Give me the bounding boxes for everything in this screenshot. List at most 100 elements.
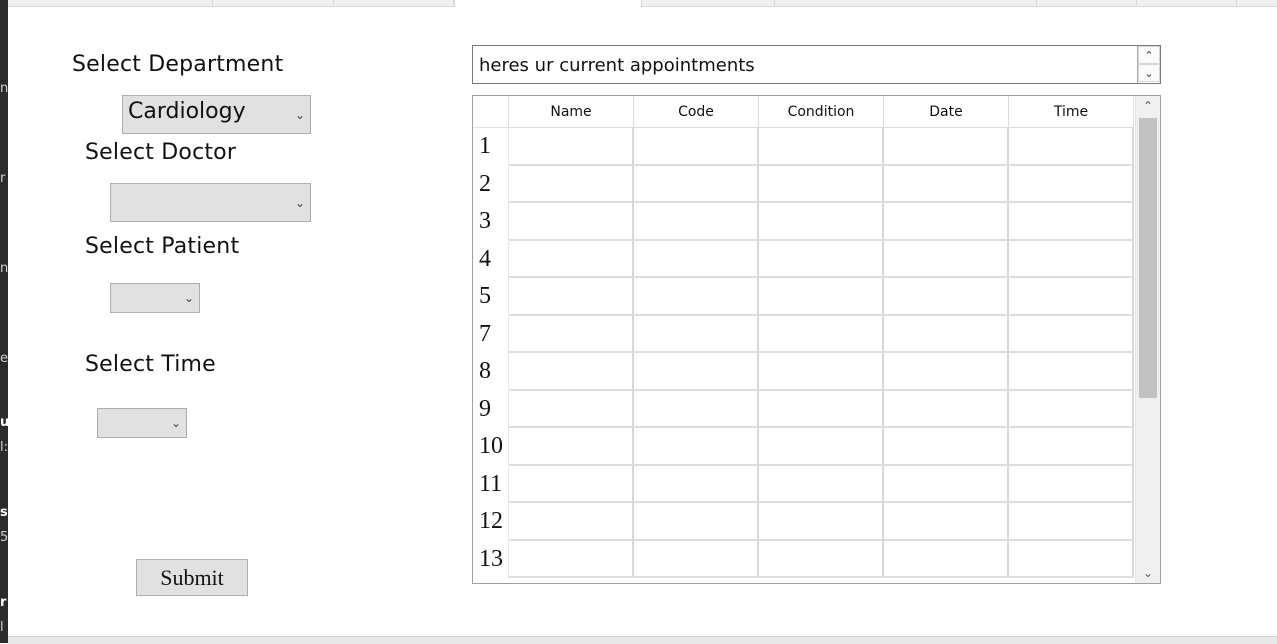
table-cell[interactable] xyxy=(509,315,634,353)
column-header-time[interactable]: Time xyxy=(1009,96,1134,128)
table-cell[interactable] xyxy=(509,278,634,316)
spinbox-buttons: ⌃ ⌄ xyxy=(1137,46,1160,83)
row-header[interactable]: 7 xyxy=(473,315,509,353)
column-header-name[interactable]: Name xyxy=(509,96,634,128)
time-select[interactable]: ⌄ xyxy=(97,408,187,438)
table-cell[interactable] xyxy=(509,428,634,466)
tab[interactable] xyxy=(213,0,334,6)
table-cell[interactable] xyxy=(884,315,1009,353)
table-cell[interactable] xyxy=(759,278,884,316)
column-header-code[interactable]: Code xyxy=(634,96,759,128)
table-cell[interactable] xyxy=(509,165,634,203)
table-cell[interactable] xyxy=(1009,503,1134,541)
table-cell[interactable] xyxy=(509,503,634,541)
table-cell[interactable] xyxy=(634,203,759,241)
department-select[interactable]: Cardiology ⌄ xyxy=(122,95,311,134)
table-cell[interactable] xyxy=(1009,353,1134,391)
column-header-date[interactable]: Date xyxy=(884,96,1009,128)
row-header[interactable]: 2 xyxy=(473,165,509,203)
department-label: Select Department xyxy=(72,52,284,77)
table-cell[interactable] xyxy=(884,428,1009,466)
table-cell[interactable] xyxy=(1009,540,1134,578)
table-cell[interactable] xyxy=(1009,315,1134,353)
tab[interactable] xyxy=(775,0,1037,6)
row-header[interactable]: 12 xyxy=(473,503,509,540)
doctor-select[interactable]: ⌄ xyxy=(110,183,311,222)
chevron-up-icon[interactable]: ⌃ xyxy=(1138,46,1160,64)
appointments-spinbox[interactable]: heres ur current appointments ⌃ ⌄ xyxy=(472,45,1161,84)
table-cell[interactable] xyxy=(759,203,884,241)
background-text: n xyxy=(0,262,8,276)
table-cell[interactable] xyxy=(884,465,1009,503)
table-cell[interactable] xyxy=(509,240,634,278)
table-cell[interactable] xyxy=(884,540,1009,578)
chevron-down-icon[interactable]: ⌄ xyxy=(1136,563,1160,583)
table-cell[interactable] xyxy=(509,540,634,578)
table-cell[interactable] xyxy=(884,353,1009,391)
row-header[interactable]: 10 xyxy=(473,428,509,465)
table-cell[interactable] xyxy=(634,390,759,428)
table-cell[interactable] xyxy=(884,390,1009,428)
row-header[interactable]: 5 xyxy=(473,278,509,315)
row-header[interactable]: 1 xyxy=(473,128,509,165)
table-cell[interactable] xyxy=(884,128,1009,166)
table-cell[interactable] xyxy=(634,240,759,278)
table-cell[interactable] xyxy=(634,540,759,578)
table-cell[interactable] xyxy=(1009,465,1134,503)
table-cell[interactable] xyxy=(884,203,1009,241)
vertical-scrollbar[interactable]: ⌃ ⌄ xyxy=(1135,96,1160,583)
table-cell[interactable] xyxy=(759,165,884,203)
table-cell[interactable] xyxy=(759,128,884,166)
tab[interactable] xyxy=(334,0,454,6)
row-header[interactable]: 13 xyxy=(473,540,509,578)
table-cell[interactable] xyxy=(1009,203,1134,241)
table-cell[interactable] xyxy=(1009,278,1134,316)
table-cell[interactable] xyxy=(634,353,759,391)
table-cell[interactable] xyxy=(634,465,759,503)
table-cell[interactable] xyxy=(759,428,884,466)
tab[interactable] xyxy=(642,0,775,6)
row-header[interactable]: 8 xyxy=(473,353,509,390)
table-cell[interactable] xyxy=(634,503,759,541)
tab-appointments[interactable] xyxy=(454,0,642,7)
table-cell[interactable] xyxy=(759,315,884,353)
table-cell[interactable] xyxy=(634,165,759,203)
table-cell[interactable] xyxy=(634,128,759,166)
patient-select[interactable]: ⌄ xyxy=(110,283,200,313)
table-cell[interactable] xyxy=(759,353,884,391)
row-header[interactable]: 11 xyxy=(473,465,509,503)
table-cell[interactable] xyxy=(884,278,1009,316)
row-header[interactable]: 3 xyxy=(473,203,509,240)
table-cell[interactable] xyxy=(634,278,759,316)
table-cell[interactable] xyxy=(1009,128,1134,166)
table-cell[interactable] xyxy=(1009,428,1134,466)
submit-button[interactable]: Submit xyxy=(136,559,248,596)
tab[interactable] xyxy=(1037,0,1137,6)
table-cell[interactable] xyxy=(634,315,759,353)
table-cell[interactable] xyxy=(884,503,1009,541)
table-cell[interactable] xyxy=(884,165,1009,203)
scroll-thumb[interactable] xyxy=(1139,118,1157,398)
column-header-condition[interactable]: Condition xyxy=(759,96,884,128)
tab[interactable] xyxy=(8,0,213,6)
table-cell[interactable] xyxy=(509,390,634,428)
table-cell[interactable] xyxy=(509,203,634,241)
chevron-down-icon[interactable]: ⌄ xyxy=(1138,64,1160,82)
table-cell[interactable] xyxy=(759,540,884,578)
table-cell[interactable] xyxy=(1009,390,1134,428)
table-cell[interactable] xyxy=(509,465,634,503)
chevron-up-icon[interactable]: ⌃ xyxy=(1136,96,1160,116)
row-header[interactable]: 9 xyxy=(473,390,509,428)
table-cell[interactable] xyxy=(759,503,884,541)
table-cell[interactable] xyxy=(759,390,884,428)
row-header[interactable]: 4 xyxy=(473,240,509,278)
table-cell[interactable] xyxy=(1009,165,1134,203)
table-cell[interactable] xyxy=(759,465,884,503)
table-cell[interactable] xyxy=(759,240,884,278)
table-cell[interactable] xyxy=(1009,240,1134,278)
table-cell[interactable] xyxy=(509,353,634,391)
table-cell[interactable] xyxy=(509,128,634,166)
table-cell[interactable] xyxy=(884,240,1009,278)
table-cell[interactable] xyxy=(634,428,759,466)
tab[interactable] xyxy=(1137,0,1237,6)
